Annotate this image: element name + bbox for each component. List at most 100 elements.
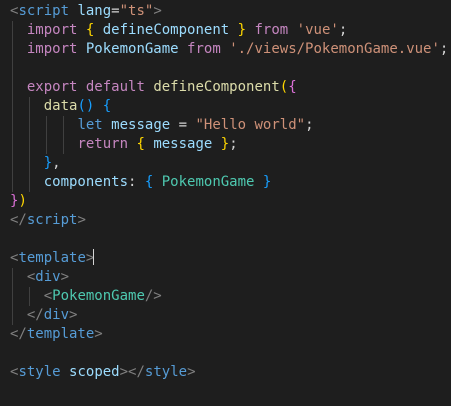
code-token: ></ [119, 364, 145, 380]
code-line[interactable] [10, 344, 451, 363]
code-line[interactable]: }) [10, 192, 451, 211]
code-token: > [94, 326, 103, 342]
code-token: style [144, 364, 188, 380]
code-token: </ [10, 326, 27, 342]
code-token: ) [18, 193, 27, 209]
indent-guide [45, 116, 47, 135]
code-token: , [52, 155, 61, 171]
code-token: script [26, 212, 78, 228]
code-line[interactable]: </script> [10, 211, 451, 230]
code-token: } [43, 155, 53, 171]
code-token: message [153, 136, 213, 152]
code-token: export [26, 79, 78, 95]
indent-guide [28, 116, 30, 135]
code-token: ; [439, 41, 449, 57]
indent-guide [62, 135, 64, 154]
code-token: template [18, 250, 86, 266]
code-token: < [43, 288, 53, 304]
indent-guide [12, 59, 13, 78]
code-token: </ [26, 307, 44, 323]
indent-guide [12, 135, 13, 154]
code-line[interactable]: </template> [10, 325, 451, 344]
indent-guide [12, 154, 13, 173]
code-line[interactable]: <div> [10, 268, 451, 287]
code-token: "Hello world" [195, 117, 306, 133]
code-token: () [77, 98, 95, 114]
indent-guide [28, 287, 30, 306]
code-line[interactable]: let message = "Hello world"; [10, 116, 451, 135]
code-token: 'vue' [296, 22, 339, 38]
code-token: </ [10, 212, 27, 228]
code-token: } [220, 136, 230, 152]
code-line[interactable]: export default defineComponent({ [10, 78, 451, 97]
code-line[interactable]: return { message }; [10, 135, 451, 154]
code-token: let [77, 117, 103, 133]
code-token: > [69, 307, 78, 323]
code-line[interactable]: }, [10, 154, 451, 173]
code-token: lang [77, 3, 112, 19]
code-token: > [153, 3, 162, 19]
indent-guide [62, 116, 64, 135]
code-token: script [18, 3, 70, 19]
code-area[interactable]: <script lang="ts"> import { defineCompon… [10, 2, 451, 382]
code-line[interactable]: import { defineComponent } from 'vue'; [10, 21, 451, 40]
code-token: default [85, 79, 145, 95]
code-token: import [26, 41, 78, 57]
code-token: components [43, 174, 129, 190]
code-token: /> [144, 288, 162, 304]
code-token: { [136, 136, 145, 152]
indent-guide [12, 287, 13, 306]
indent-guide [12, 268, 13, 287]
code-token: > [60, 269, 70, 285]
code-line[interactable]: import PokemonGame from './views/Pokemon… [10, 40, 451, 59]
code-line[interactable]: <style scoped></style> [10, 363, 451, 382]
code-line[interactable]: data() { [10, 97, 451, 116]
code-line[interactable] [10, 230, 451, 249]
code-token: from [187, 41, 221, 57]
code-token: } [237, 22, 247, 38]
indent-guide [12, 97, 13, 116]
code-token: : [128, 174, 145, 190]
code-token: div [35, 269, 61, 285]
code-token: PokemonGame [161, 174, 255, 190]
code-token: ; [305, 117, 314, 133]
code-token: message [111, 117, 171, 133]
indent-guide [12, 21, 13, 40]
code-editor[interactable]: <script lang="ts"> import { defineCompon… [0, 0, 451, 406]
code-token: > [77, 212, 86, 228]
code-line[interactable]: <script lang="ts"> [10, 2, 451, 21]
indent-guide [45, 135, 47, 154]
code-token: style [18, 364, 61, 380]
code-token: = [170, 117, 196, 133]
code-token: defineComponent [102, 22, 230, 38]
code-line[interactable]: <template> [10, 249, 451, 268]
code-token: { [102, 98, 112, 114]
code-line[interactable]: <PokemonGame/> [10, 287, 451, 306]
code-line[interactable]: components: { PokemonGame } [10, 173, 451, 192]
indent-guide [12, 306, 13, 325]
code-line[interactable]: </div> [10, 306, 451, 325]
code-token: import [26, 22, 78, 38]
indent-guide [12, 78, 13, 97]
code-token: { [288, 79, 297, 95]
code-token: = [111, 3, 120, 19]
code-token: ; [338, 22, 348, 38]
code-token: return [77, 136, 129, 152]
text-cursor [93, 249, 95, 265]
code-line[interactable] [10, 59, 451, 78]
